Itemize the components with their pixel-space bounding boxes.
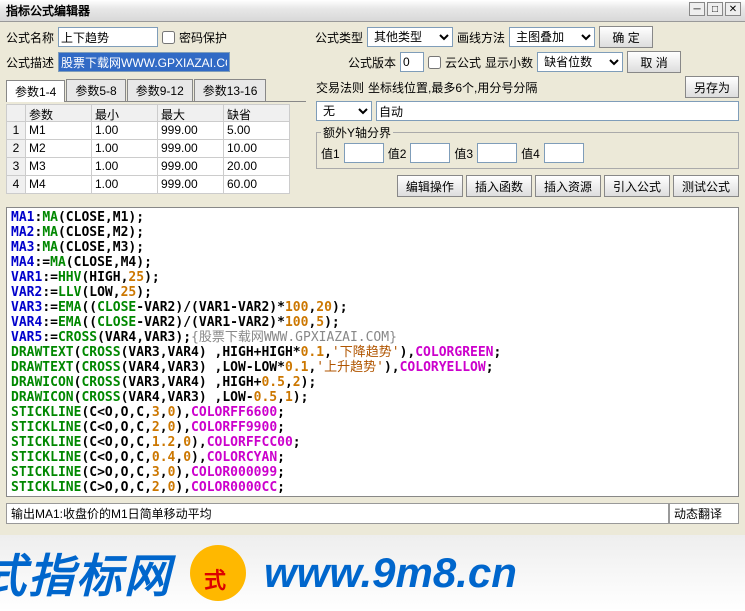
- coord-hint-label: 坐标线位置,最多6个,用分号分隔: [368, 79, 681, 96]
- minimize-icon[interactable]: ─: [689, 2, 705, 16]
- close-icon[interactable]: ✕: [725, 2, 741, 16]
- val3-input[interactable]: [477, 143, 517, 163]
- footer-banner: 式指标网 www.9m8.cn: [0, 535, 745, 611]
- tab-params-5-8[interactable]: 参数5-8: [66, 79, 125, 101]
- param-grid: 参数 最小 最大 缺省 1M11.00999.005.00 2M21.00999…: [6, 104, 306, 194]
- pwd-protect-label: 密码保护: [179, 29, 227, 46]
- coord-input[interactable]: [376, 101, 739, 121]
- logo-icon: [190, 545, 246, 601]
- tab-params-1-4[interactable]: 参数1-4: [6, 80, 65, 102]
- show-dec-label: 显示小数: [485, 54, 533, 71]
- test-formula-button[interactable]: 测试公式: [673, 175, 739, 197]
- val4-input[interactable]: [544, 143, 584, 163]
- show-dec-select[interactable]: 缺省位数: [537, 52, 623, 72]
- pwd-protect-checkbox[interactable]: [162, 31, 175, 44]
- formula-name-label: 公式名称: [6, 29, 54, 46]
- val1-input[interactable]: [344, 143, 384, 163]
- trade-rule-label: 交易法则: [316, 79, 364, 96]
- edit-op-button[interactable]: 编辑操作: [397, 175, 463, 197]
- extra-y-fieldset: 额外Y轴分界 值1 值2 值3 值4: [316, 124, 739, 169]
- param-tabs: 参数1-4 参数5-8 参数9-12 参数13-16: [6, 79, 306, 102]
- formula-ver-input[interactable]: [400, 52, 424, 72]
- draw-method-label: 画线方法: [457, 29, 505, 46]
- import-formula-button[interactable]: 引入公式: [604, 175, 670, 197]
- code-editor[interactable]: MA1:MA(CLOSE,M1); MA2:MA(CLOSE,M2); MA3:…: [6, 207, 739, 497]
- formula-type-label: 公式类型: [315, 29, 363, 46]
- formula-type-select[interactable]: 其他类型: [367, 27, 453, 47]
- formula-desc-label: 公式描述: [6, 54, 54, 71]
- cloud-checkbox[interactable]: [428, 56, 441, 69]
- formula-desc-input[interactable]: [58, 52, 230, 72]
- val2-input[interactable]: [410, 143, 450, 163]
- tab-params-13-16[interactable]: 参数13-16: [194, 79, 267, 101]
- maximize-icon[interactable]: □: [707, 2, 723, 16]
- banner-text-1: 式指标网: [0, 540, 172, 606]
- formula-ver-label: 公式版本: [348, 54, 396, 71]
- title-bar: 指标公式编辑器 ─ □ ✕: [0, 0, 745, 22]
- ok-button[interactable]: 确 定: [599, 26, 653, 48]
- trade-rule-select[interactable]: 无: [316, 101, 372, 121]
- banner-text-2: www.9m8.cn: [264, 549, 517, 597]
- insert-fn-button[interactable]: 插入函数: [466, 175, 532, 197]
- insert-res-button[interactable]: 插入资源: [535, 175, 601, 197]
- cancel-button[interactable]: 取 消: [627, 51, 681, 73]
- auto-translate-label: 动态翻译: [669, 503, 739, 524]
- save-as-button[interactable]: 另存为: [685, 76, 739, 98]
- cloud-label: 云公式: [445, 54, 481, 71]
- status-text: 输出MA1:收盘价的M1日简单移动平均: [6, 503, 669, 524]
- tab-params-9-12[interactable]: 参数9-12: [127, 79, 193, 101]
- draw-method-select[interactable]: 主图叠加: [509, 27, 595, 47]
- formula-name-input[interactable]: [58, 27, 158, 47]
- window-title: 指标公式编辑器: [6, 2, 90, 19]
